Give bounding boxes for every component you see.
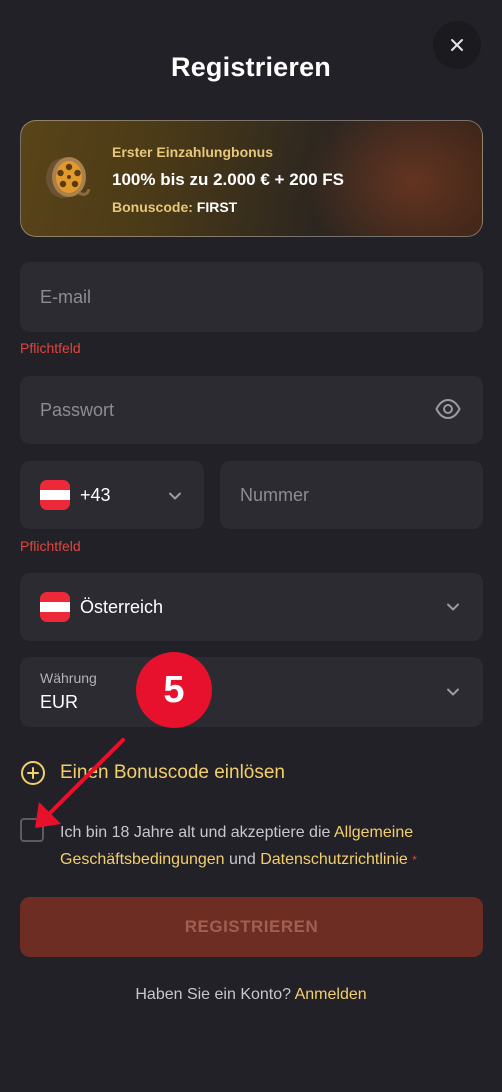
phone-error: Pflichtfeld [20,538,81,554]
privacy-link[interactable]: Datenschutzrichtlinie [260,851,408,868]
austria-flag [40,592,70,622]
step-badge: 5 [136,652,212,728]
chevron-down-icon [447,603,459,611]
login-prompt-text: Haben Sie ein Konto? [135,986,292,1003]
phone-placeholder: Nummer [240,485,310,505]
bonus-offer: 100% bis zu 2.000 € + 200 FS [112,170,344,189]
currency-select[interactable]: Währung EUR [20,657,483,727]
country-select[interactable]: Österreich [20,573,483,641]
required-marker: * [412,853,417,867]
arrow-annotation-icon [35,738,125,828]
bonus-label: Erster Einzahlungbonus [112,144,274,160]
bonus-code-value: FIRST [196,199,238,215]
chevron-down-icon [169,492,181,500]
bonus-code-label: Bonuscode: [112,199,193,215]
country-value: Österreich [80,597,164,617]
password-placeholder: Passwort [40,400,115,420]
chevron-down-icon [447,688,459,696]
close-icon [451,39,463,51]
country-code-select[interactable]: +43 [20,461,204,529]
email-placeholder: E-mail [40,287,92,307]
login-prompt: Haben Sie ein Konto? Anmelden [0,986,502,1004]
terms-and: und [229,851,256,868]
login-link[interactable]: Anmelden [295,986,367,1003]
register-button[interactable]: REGISTRIEREN [20,897,483,957]
eye-icon[interactable] [435,398,461,420]
email-error: Pflichtfeld [20,340,81,356]
email-field[interactable]: E-mail [20,262,483,332]
phone-number-field[interactable]: Nummer [220,461,483,529]
currency-value: EUR [40,692,79,712]
film-reel-icon [46,157,91,198]
bonus-banner: Erster Einzahlungbonus 100% bis zu 2.000… [20,120,483,237]
password-field[interactable]: Passwort [20,376,483,444]
bonus-code: Bonuscode: FIRST [112,199,237,215]
country-code-value: +43 [80,485,111,505]
currency-label: Währung [40,670,97,686]
page-title: Registrieren [171,52,331,82]
austria-flag [40,480,70,510]
